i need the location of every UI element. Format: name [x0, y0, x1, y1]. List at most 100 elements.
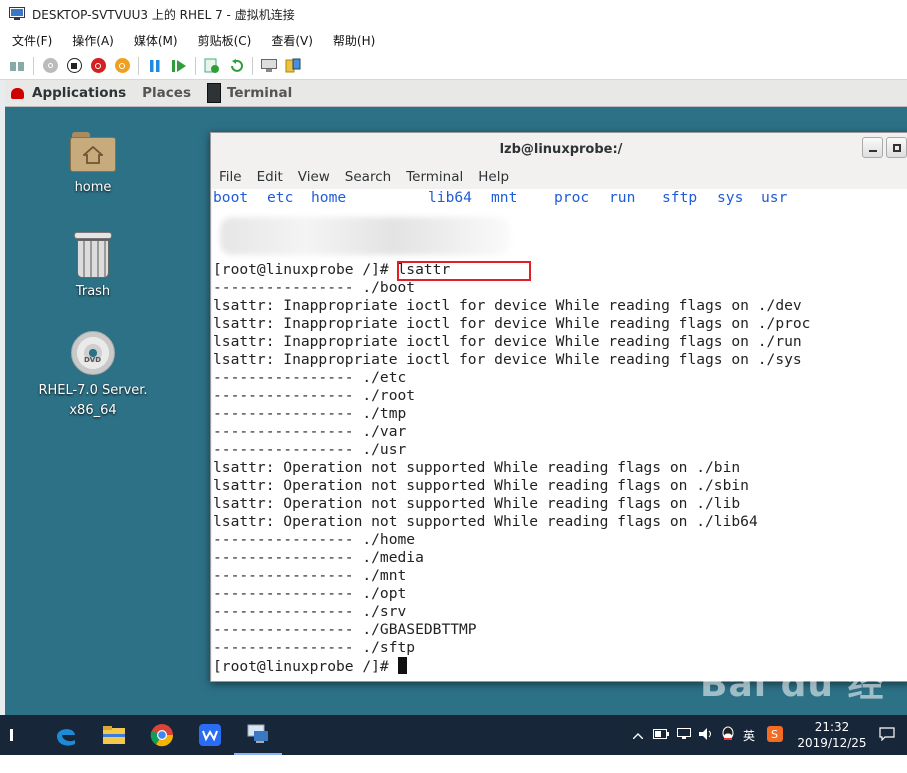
term-menu-file[interactable]: File — [219, 169, 242, 185]
desktop-icon-label: home — [74, 180, 112, 195]
clock-time: 21:32 — [814, 720, 850, 734]
output-line: lsattr: Inappropriate ioctl for device W… — [213, 315, 811, 332]
final-prompt-line: [root@linuxprobe /]# — [213, 657, 407, 675]
menu-action[interactable]: 操作(A) — [72, 32, 114, 49]
host-menubar: 文件(F) 操作(A) 媒体(M) 剪贴板(C) 查看(V) 帮助(H) — [0, 28, 907, 52]
term-menu-search[interactable]: Search — [345, 169, 391, 185]
guest-screen: Applications Places Terminal home Trash … — [5, 80, 907, 715]
start-icon[interactable] — [41, 57, 59, 75]
output-line: lsattr: Operation not supported While re… — [213, 495, 741, 512]
terminal-title: lzb@linuxprobe:/ — [499, 141, 623, 157]
shutdown-icon[interactable] — [89, 57, 107, 75]
output-line: ---------------- ./root — [213, 387, 416, 404]
volume-icon[interactable] — [698, 727, 713, 743]
output-line: ---------------- ./srv — [213, 603, 407, 620]
ctrl-alt-del-icon[interactable] — [8, 57, 26, 75]
ls-dir: usr — [761, 189, 788, 206]
file-explorer-icon[interactable] — [90, 715, 138, 755]
host-toolbar — [0, 52, 907, 80]
chrome-icon[interactable] — [138, 715, 186, 755]
ls-dir: sftp — [662, 189, 698, 206]
redhat-logo-icon — [11, 87, 24, 99]
ls-dir: lib64 — [428, 189, 472, 206]
host-title-bar: DESKTOP-SVTVUU3 上的 RHEL 7 - 虚拟机连接 — [0, 0, 907, 28]
menu-file[interactable]: 文件(F) — [12, 32, 52, 49]
applications-menu[interactable]: Applications — [11, 85, 126, 101]
clock-date: 2019/12/25 — [797, 736, 867, 750]
edge-icon[interactable] — [42, 715, 90, 755]
enhanced-session-icon[interactable] — [260, 57, 278, 75]
home-folder-icon — [70, 132, 116, 172]
watermark-site: jingyan.baidu.com — [706, 755, 845, 773]
output-line: ---------------- ./GBASEDBTTMP — [213, 621, 477, 638]
terminal-icon — [206, 83, 221, 103]
notifications-icon[interactable] — [879, 726, 895, 744]
maximize-button[interactable] — [886, 137, 907, 158]
term-menu-view[interactable]: View — [298, 169, 330, 185]
ls-dir: run — [609, 189, 636, 206]
checkpoint-icon[interactable] — [203, 57, 221, 75]
toolbar-divider — [138, 56, 139, 75]
ime-indicator[interactable]: 英 — [743, 727, 755, 744]
tray-chevron-icon[interactable] — [632, 728, 644, 742]
qq-icon[interactable] — [721, 726, 735, 745]
system-tray: 英 S 21:32 2019/12/25 — [632, 715, 907, 755]
ls-dir: etc — [267, 189, 294, 206]
output-line: ---------------- ./sftp — [213, 639, 416, 656]
term-menu-help[interactable]: Help — [478, 169, 509, 185]
ls-dir: boot — [213, 189, 249, 206]
menu-clipboard[interactable]: 剪贴板(C) — [198, 32, 252, 49]
ls-dir: mnt — [491, 189, 518, 206]
network-icon[interactable] — [676, 727, 691, 743]
gnome-top-bar: Applications Places Terminal — [5, 80, 907, 107]
minimize-button[interactable] — [862, 137, 883, 158]
terminal-window[interactable]: lzb@linuxprobe:/ File Edit View Search T… — [210, 132, 907, 682]
terminal-output[interactable]: boot etc home lib64 mnt proc run sftp sy… — [212, 189, 907, 681]
output-line: lsattr: Operation not supported While re… — [213, 477, 749, 494]
revert-icon[interactable] — [227, 57, 245, 75]
turn-off-icon[interactable] — [65, 57, 83, 75]
desktop-icon-label: Trash — [75, 284, 111, 299]
sogou-ime-icon[interactable]: S — [767, 725, 783, 745]
terminal-titlebar[interactable]: lzb@linuxprobe:/ — [211, 133, 907, 165]
battery-icon[interactable] — [652, 728, 669, 742]
menu-media[interactable]: 媒体(M) — [134, 32, 178, 49]
output-line: ---------------- ./mnt — [213, 567, 407, 584]
final-prompt: [root@linuxprobe /]# — [213, 658, 398, 675]
dvd-disc-icon: DVD — [71, 331, 115, 375]
output-line: lsattr: Operation not supported While re… — [213, 513, 758, 530]
redacted-region — [220, 217, 510, 255]
save-state-icon[interactable] — [113, 57, 131, 75]
output-line: lsattr: Inappropriate ioctl for device W… — [213, 333, 802, 350]
output-line: lsattr: Operation not supported While re… — [213, 459, 741, 476]
minimize-icon — [868, 149, 877, 152]
task-view-icon[interactable] — [0, 715, 30, 755]
trash-icon — [74, 232, 112, 278]
share-icon[interactable] — [284, 57, 302, 75]
pause-icon[interactable] — [146, 57, 164, 75]
maximize-icon — [892, 143, 901, 152]
menu-help[interactable]: 帮助(H) — [333, 32, 375, 49]
desktop-icon-dvd[interactable]: DVD RHEL-7.0 Server. x86_64 — [33, 331, 153, 421]
resume-icon[interactable] — [170, 57, 188, 75]
wps-icon[interactable] — [186, 715, 234, 755]
taskbar-terminal[interactable]: Terminal — [206, 80, 302, 107]
output-line: ---------------- ./tmp — [213, 405, 407, 422]
ls-dir: home — [311, 189, 347, 206]
desktop-icon-home[interactable]: home — [33, 132, 153, 198]
text-cursor — [397, 657, 407, 674]
menu-view[interactable]: 查看(V) — [271, 32, 313, 49]
output-line: ---------------- ./etc — [213, 369, 407, 386]
term-menu-edit[interactable]: Edit — [257, 169, 283, 185]
clock[interactable]: 21:32 2019/12/25 — [791, 719, 873, 751]
output-line: lsattr: Inappropriate ioctl for device W… — [213, 297, 802, 314]
places-menu[interactable]: Places — [142, 85, 191, 101]
baidu-watermark: Bai du 经验 jingyan.baidu.com — [700, 655, 907, 773]
ls-dir: sys — [717, 189, 744, 206]
hyperv-connection-icon[interactable] — [234, 715, 282, 755]
toolbar-divider — [33, 56, 34, 75]
desktop-icon-trash[interactable]: Trash — [33, 232, 153, 302]
svg-text:S: S — [771, 728, 778, 741]
host-window-title: DESKTOP-SVTVUU3 上的 RHEL 7 - 虚拟机连接 — [32, 7, 295, 22]
term-menu-terminal[interactable]: Terminal — [406, 169, 463, 185]
